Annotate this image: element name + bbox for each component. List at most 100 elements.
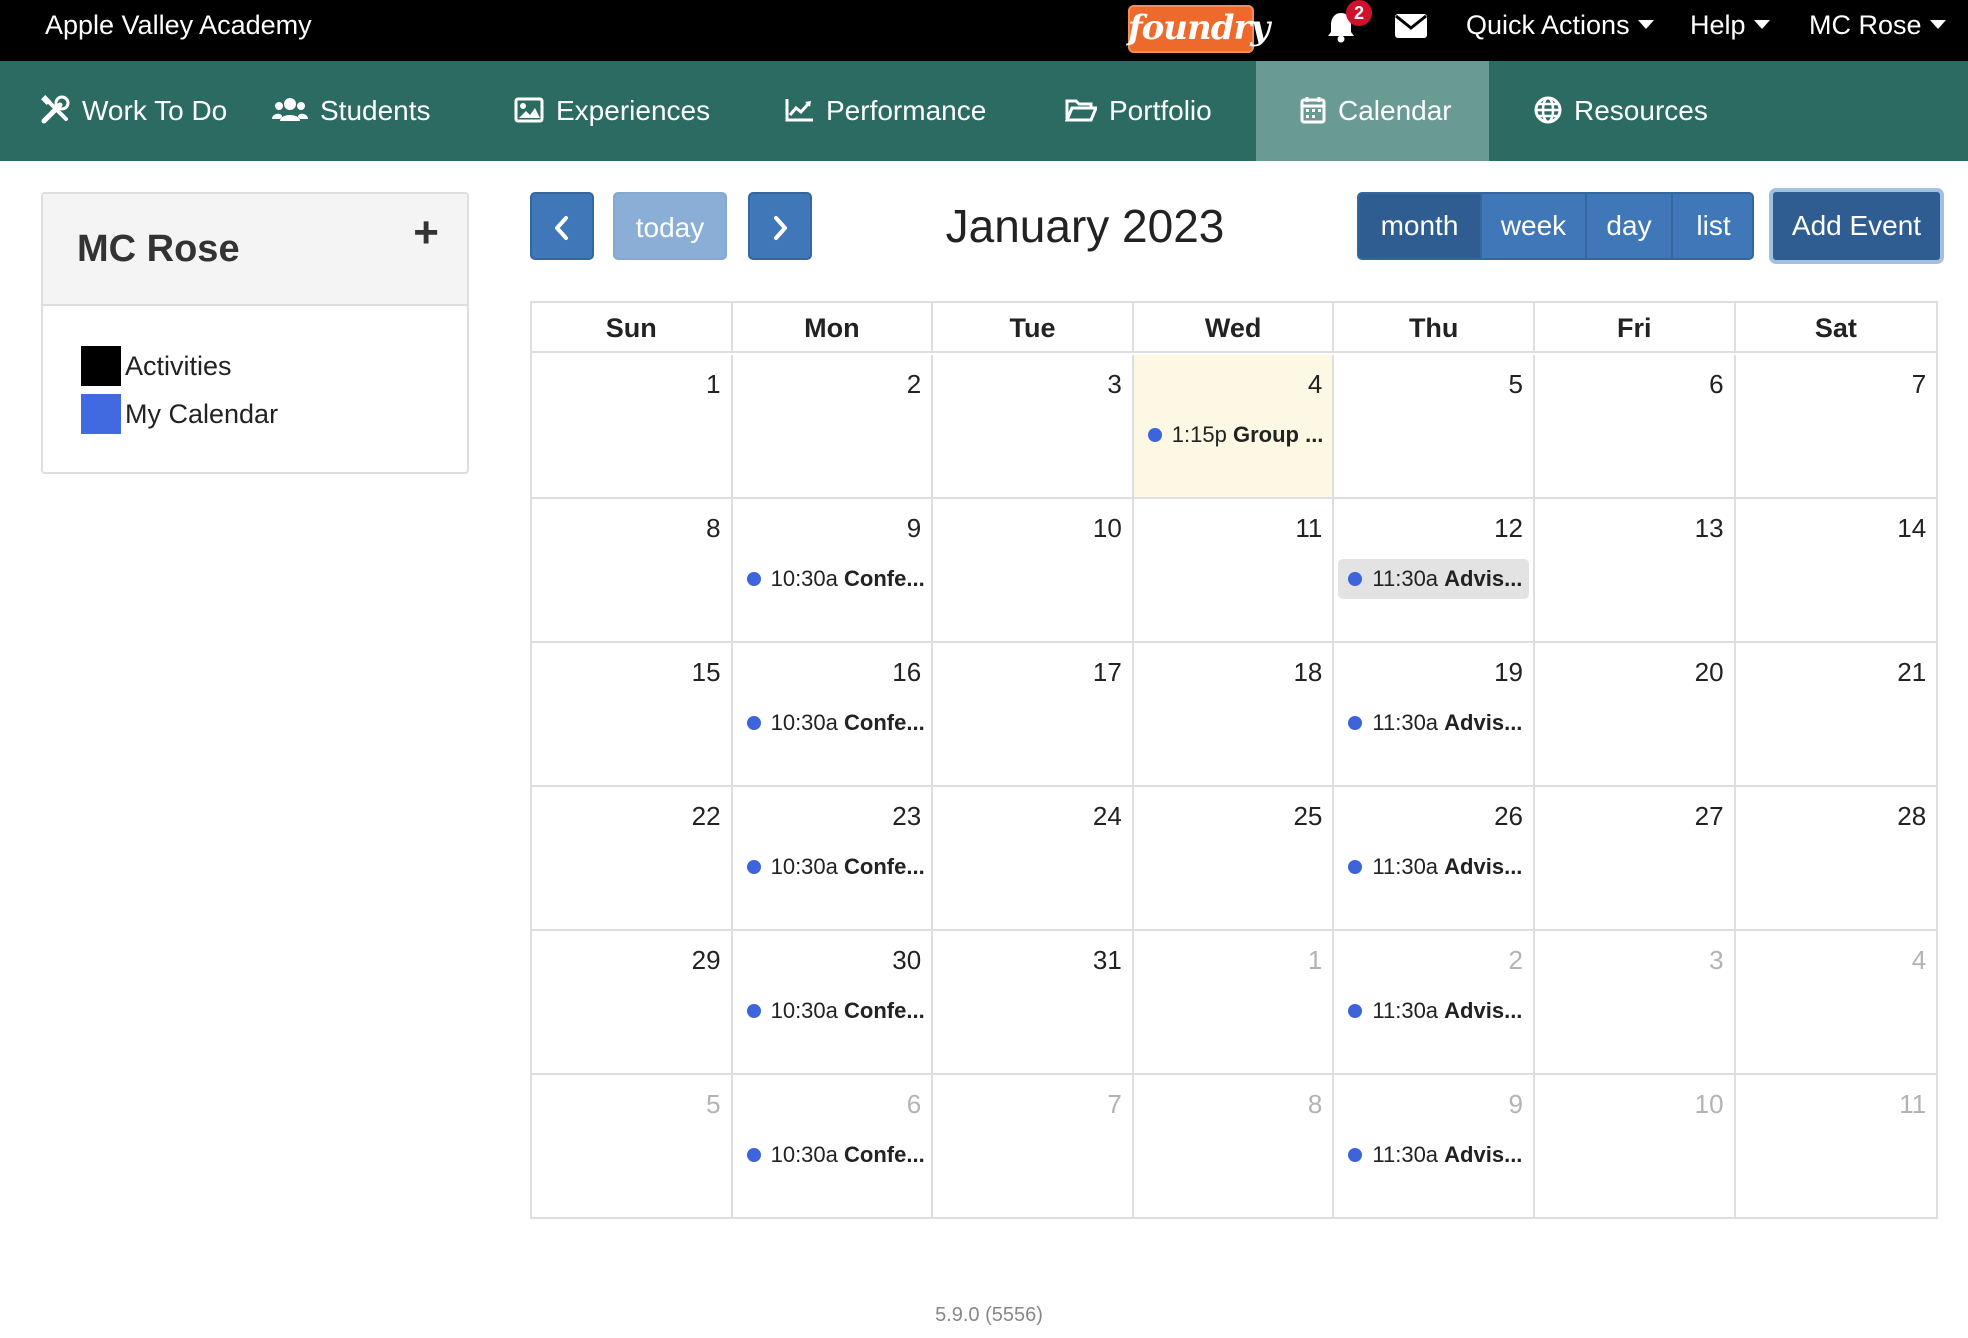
calendar-event[interactable]: 11:30a Advis... xyxy=(1338,559,1529,599)
day-number[interactable]: 17 xyxy=(1093,657,1122,688)
day-cell[interactable]: 25 xyxy=(1133,787,1335,931)
day-number[interactable]: 10 xyxy=(1093,513,1122,544)
day-number[interactable]: 19 xyxy=(1494,657,1523,688)
day-cell[interactable]: 4 1:15p Group ... xyxy=(1133,355,1335,499)
day-cell[interactable]: 31 xyxy=(933,931,1134,1075)
day-number[interactable]: 5 xyxy=(1509,369,1523,400)
legend-item-activities[interactable]: Activities xyxy=(81,346,232,386)
view-week-button[interactable]: week xyxy=(1482,194,1587,258)
day-cell[interactable]: 14 xyxy=(1735,499,1937,643)
day-number[interactable]: 16 xyxy=(892,657,921,688)
day-number[interactable]: 25 xyxy=(1293,801,1322,832)
nav-students[interactable]: Students xyxy=(272,61,431,161)
calendar-event[interactable]: 10:30a Confe... xyxy=(737,991,928,1031)
day-cell[interactable]: 8 xyxy=(532,499,733,643)
user-menu[interactable]: MC Rose xyxy=(1809,0,1946,50)
envelope-icon[interactable] xyxy=(1394,12,1428,40)
day-number[interactable]: 30 xyxy=(892,945,921,976)
calendar-event[interactable]: 11:30a Advis... xyxy=(1338,703,1529,743)
day-number[interactable]: 1 xyxy=(1308,945,1322,976)
day-number[interactable]: 2 xyxy=(1509,945,1523,976)
day-cell[interactable]: 16 10:30a Confe... xyxy=(732,643,934,787)
day-number[interactable]: 31 xyxy=(1093,945,1122,976)
day-number[interactable]: 24 xyxy=(1093,801,1122,832)
day-number[interactable]: 26 xyxy=(1494,801,1523,832)
day-cell[interactable]: 6 10:30a Confe... xyxy=(733,1075,934,1219)
day-cell[interactable]: 17 xyxy=(933,643,1134,787)
day-cell[interactable]: 2 11:30a Advis... xyxy=(1334,931,1535,1075)
day-cell[interactable]: 29 xyxy=(532,931,733,1075)
day-cell[interactable]: 11 xyxy=(1133,499,1335,643)
day-number[interactable]: 3 xyxy=(1107,369,1121,400)
day-number[interactable]: 11 xyxy=(1899,1089,1926,1120)
day-number[interactable]: 29 xyxy=(692,945,721,976)
day-number[interactable]: 7 xyxy=(1912,369,1926,400)
day-cell[interactable]: 3 xyxy=(1535,931,1736,1075)
day-cell[interactable]: 9 10:30a Confe... xyxy=(732,499,934,643)
day-number[interactable]: 27 xyxy=(1695,801,1724,832)
day-number[interactable]: 13 xyxy=(1695,513,1724,544)
day-number[interactable]: 6 xyxy=(1709,369,1723,400)
day-cell[interactable]: 5 xyxy=(1334,355,1535,499)
day-cell[interactable]: 3 xyxy=(933,355,1134,499)
calendar-event[interactable]: 1:15p Group ... xyxy=(1138,415,1329,455)
day-cell[interactable]: 10 xyxy=(1535,1075,1736,1219)
nav-calendar[interactable]: Calendar xyxy=(1256,61,1489,161)
day-number[interactable]: 8 xyxy=(706,513,720,544)
day-number[interactable]: 1 xyxy=(706,369,720,400)
day-number[interactable]: 9 xyxy=(1509,1089,1523,1120)
day-cell[interactable]: 21 xyxy=(1735,643,1937,787)
next-month-button[interactable] xyxy=(748,192,812,260)
day-cell[interactable]: 2 xyxy=(732,355,934,499)
day-cell[interactable]: 6 xyxy=(1535,355,1736,499)
day-cell[interactable]: 7 xyxy=(933,1075,1134,1219)
calendar-event[interactable]: 10:30a Confe... xyxy=(737,703,928,743)
day-number[interactable]: 6 xyxy=(907,1089,921,1120)
day-cell[interactable]: 24 xyxy=(933,787,1134,931)
add-event-button[interactable]: Add Event xyxy=(1769,188,1944,264)
day-number[interactable]: 20 xyxy=(1695,657,1724,688)
calendar-event[interactable]: 11:30a Advis... xyxy=(1338,991,1529,1031)
day-number[interactable]: 4 xyxy=(1912,945,1926,976)
day-cell[interactable]: 12 11:30a Advis... xyxy=(1334,499,1535,643)
prev-month-button[interactable] xyxy=(530,192,594,260)
day-cell[interactable]: 19 11:30a Advis... xyxy=(1334,643,1535,787)
view-day-button[interactable]: day xyxy=(1587,194,1673,258)
day-cell[interactable]: 7 xyxy=(1735,355,1937,499)
day-number[interactable]: 23 xyxy=(892,801,921,832)
day-cell[interactable]: 4 xyxy=(1735,931,1937,1075)
day-cell[interactable]: 18 xyxy=(1133,643,1335,787)
view-list-button[interactable]: list xyxy=(1673,194,1752,258)
day-number[interactable]: 7 xyxy=(1107,1089,1121,1120)
calendar-event[interactable]: 10:30a Confe... xyxy=(737,559,928,599)
quick-actions-menu[interactable]: Quick Actions xyxy=(1466,0,1654,50)
nav-work-to-do[interactable]: Work To Do xyxy=(40,61,227,161)
help-menu[interactable]: Help xyxy=(1690,0,1770,50)
day-number[interactable]: 14 xyxy=(1897,513,1926,544)
add-calendar-button[interactable]: + xyxy=(413,208,439,258)
calendar-event[interactable]: 10:30a Confe... xyxy=(737,1135,928,1175)
day-number[interactable]: 28 xyxy=(1897,801,1926,832)
day-cell[interactable]: 15 xyxy=(532,643,733,787)
day-cell[interactable]: 11 xyxy=(1736,1075,1937,1219)
today-button[interactable]: today xyxy=(613,192,727,260)
day-number[interactable]: 22 xyxy=(692,801,721,832)
day-cell[interactable]: 5 xyxy=(532,1075,733,1219)
calendar-event[interactable]: 11:30a Advis... xyxy=(1338,1135,1529,1175)
nav-performance[interactable]: Performance xyxy=(784,61,986,161)
day-number[interactable]: 11 xyxy=(1295,513,1322,544)
day-cell[interactable]: 22 xyxy=(532,787,733,931)
day-cell[interactable]: 9 11:30a Advis... xyxy=(1334,1075,1535,1219)
day-number[interactable]: 18 xyxy=(1293,657,1322,688)
day-cell[interactable]: 30 10:30a Confe... xyxy=(732,931,934,1075)
day-cell[interactable]: 10 xyxy=(933,499,1134,643)
day-number[interactable]: 4 xyxy=(1308,369,1322,400)
day-cell[interactable]: 27 xyxy=(1535,787,1736,931)
calendar-event[interactable]: 10:30a Confe... xyxy=(737,847,928,887)
nav-experiences[interactable]: Experiences xyxy=(514,61,710,161)
day-number[interactable]: 3 xyxy=(1709,945,1723,976)
legend-item-my-calendar[interactable]: My Calendar xyxy=(81,394,278,434)
calendar-event[interactable]: 11:30a Advis... xyxy=(1338,847,1529,887)
day-cell[interactable]: 20 xyxy=(1535,643,1736,787)
day-number[interactable]: 8 xyxy=(1308,1089,1322,1120)
